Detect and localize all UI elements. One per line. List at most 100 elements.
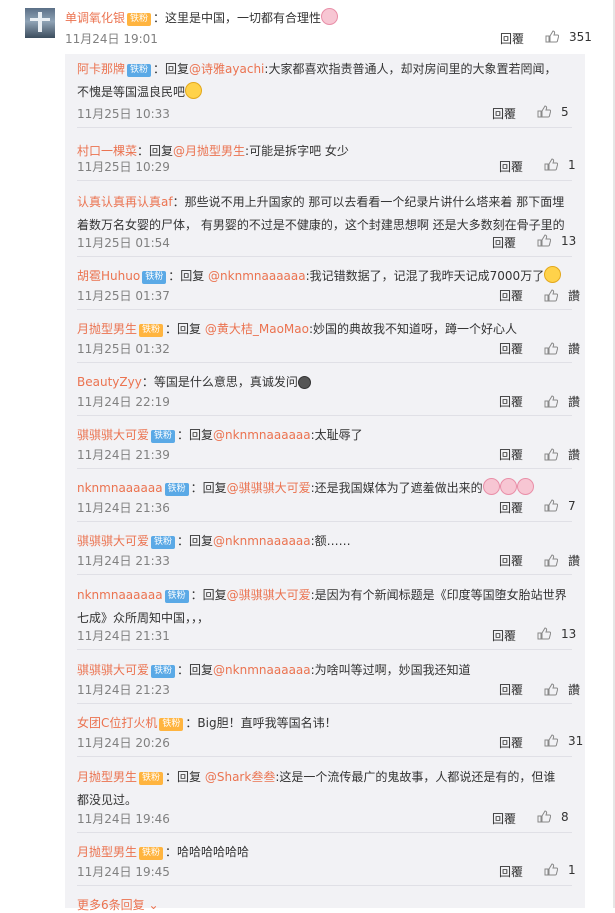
reply-body: 骐骐骐大可爱 铁粉 ：回复@nknmnaaaaaa:太耻辱了	[77, 424, 567, 447]
reply-text: 哈哈哈哈哈哈	[177, 845, 250, 859]
reply-mention[interactable]: @Shark叁叁	[205, 770, 275, 784]
like-button[interactable]: 讚	[544, 340, 580, 357]
reply-button[interactable]: 回覆	[499, 446, 523, 463]
like-count: 5	[561, 105, 569, 119]
reply-user[interactable]: nknmnaaaaaa	[77, 588, 163, 602]
thumbs-up-icon	[544, 448, 558, 461]
thumbs-up-icon	[545, 30, 559, 43]
fan-badge: 铁粉	[127, 64, 152, 77]
reply-button[interactable]: 回覆	[499, 681, 523, 698]
reply-prefix: ：回复	[177, 663, 214, 677]
reply-prefix: ：回复	[177, 534, 214, 548]
reply-mention[interactable]: @nknmnaaaaaa	[213, 428, 311, 442]
reply-mention[interactable]: @骐骐骐大可爱	[227, 588, 311, 602]
reply-prefix: ：回复	[168, 269, 209, 283]
like-button[interactable]: 7	[544, 499, 576, 513]
like-button[interactable]: 讚	[544, 552, 580, 569]
top-comment-time: 11月24日 19:01	[65, 32, 158, 46]
like-count: 讚	[568, 342, 581, 356]
avatar[interactable]	[25, 8, 55, 38]
reply-mention[interactable]: @nknmnaaaaaa	[213, 663, 311, 677]
reply-user[interactable]: 村口一棵菜	[77, 144, 137, 158]
reply-prefix: ：回复	[177, 428, 214, 442]
reply-divider	[77, 649, 572, 650]
emoji-icon	[499, 478, 517, 495]
reply-user[interactable]: 骐骐骐大可爱	[77, 428, 149, 442]
reply-divider	[77, 756, 572, 757]
reply-mention[interactable]: @nknmnaaaaaa	[213, 534, 311, 548]
top-comment-user[interactable]: 单调氧化银	[65, 11, 125, 25]
reply-divider	[77, 703, 572, 704]
more-replies-link[interactable]: 更多6条回复 ⌄	[77, 896, 159, 913]
emoji-icon	[516, 478, 534, 495]
reply-mention[interactable]: @骐骐骐大可爱	[227, 481, 311, 495]
reply-body: 阿卡那牌 铁粉 ：回复@诗雅ayachi:大家都喜欢指责普通人，却对房间里的大象置若…	[77, 58, 567, 104]
reply-prefix: ：	[165, 845, 178, 859]
reply-user[interactable]: 月抛型男生	[77, 322, 137, 336]
reply-user[interactable]: 骐骐骐大可爱	[77, 663, 149, 677]
reply-button[interactable]: 回覆	[492, 810, 516, 827]
reply-button[interactable]: 回覆	[492, 627, 516, 644]
reply-mention[interactable]: @诗雅ayachi	[189, 62, 264, 76]
like-button[interactable]: 讚	[544, 287, 580, 304]
like-button[interactable]: 13	[537, 234, 576, 248]
reply-text: :额……	[310, 534, 351, 548]
reply-mention[interactable]: @黄大桔_MaoMao	[205, 322, 309, 336]
reply-divider	[77, 256, 572, 257]
thumbs-up-icon	[544, 158, 558, 171]
reply-button[interactable]: 回覆	[492, 234, 516, 251]
thumbs-up-icon	[544, 683, 558, 696]
reply-user[interactable]: 胡雹Huhuo	[77, 269, 140, 283]
reply-user[interactable]: 月抛型男生	[77, 770, 137, 784]
like-count: 讚	[568, 448, 581, 462]
reply-user[interactable]: nknmnaaaaaa	[77, 481, 163, 495]
reply-button[interactable]: 回覆	[499, 863, 523, 880]
reply-mention[interactable]: @月抛型男生	[173, 144, 245, 158]
reply-user[interactable]: 阿卡那牌	[77, 62, 125, 76]
like-button[interactable]: 13	[537, 627, 576, 641]
thumbs-up-icon	[537, 234, 551, 247]
top-comment-text: ：这里是中国，一切都有合理性	[153, 11, 322, 25]
reply-user[interactable]: 骐骐骐大可爱	[77, 534, 149, 548]
thumbs-up-icon	[537, 810, 551, 823]
reply-button[interactable]: 回覆	[499, 340, 523, 357]
reply-button[interactable]: 回覆	[499, 552, 523, 569]
reply-button[interactable]: 回覆	[499, 158, 523, 175]
reply-button[interactable]: 回覆	[492, 105, 516, 122]
like-count: 31	[568, 734, 584, 748]
reply-prefix: ：回复	[190, 588, 227, 602]
fan-badge: 铁粉	[151, 536, 176, 549]
reply-prefix: ：回复	[190, 481, 227, 495]
reply-button[interactable]: 回覆	[499, 393, 523, 410]
reply-button[interactable]: 回覆	[499, 499, 523, 516]
like-button[interactable]: 8	[537, 810, 569, 824]
reply-time: 11月25日 01:32	[77, 342, 170, 356]
like-count: 8	[561, 810, 569, 824]
thumbs-up-icon	[544, 395, 558, 408]
reply-user[interactable]: BeautyZyy	[77, 375, 142, 389]
thumbs-up-icon	[544, 342, 558, 355]
reply-user[interactable]: 认真认真再认真af	[77, 195, 173, 209]
like-button[interactable]: 讚	[544, 446, 580, 463]
reply-divider	[77, 521, 572, 522]
reply-user[interactable]: 女团C位打火机	[77, 716, 157, 730]
fan-badge: 铁粉	[139, 772, 164, 785]
reply-button[interactable]: 回覆	[499, 287, 523, 304]
like-count: 讚	[568, 289, 581, 303]
like-button[interactable]: 讚	[544, 681, 580, 698]
like-count: 7	[568, 499, 576, 513]
like-button[interactable]: 讚	[544, 393, 580, 410]
reply-body: 骐骐骐大可爱 铁粉 ：回复@nknmnaaaaaa:额……	[77, 530, 567, 553]
like-button[interactable]: 1	[544, 863, 576, 877]
like-button[interactable]: 31	[544, 734, 583, 748]
like-button[interactable]: 1	[544, 158, 576, 172]
reply-mention[interactable]: @nknmnaaaaaa	[208, 269, 306, 283]
like-count: 351	[569, 30, 592, 44]
reply-user[interactable]: 月抛型男生	[77, 845, 137, 859]
reply-button[interactable]: 回覆	[500, 30, 524, 47]
reply-button[interactable]: 回覆	[499, 734, 523, 751]
reply-prefix: ：回复	[165, 770, 205, 784]
more-replies-label: 更多6条回复	[77, 898, 145, 912]
like-button[interactable]: 5	[537, 105, 569, 119]
like-button[interactable]: 351	[545, 30, 592, 44]
